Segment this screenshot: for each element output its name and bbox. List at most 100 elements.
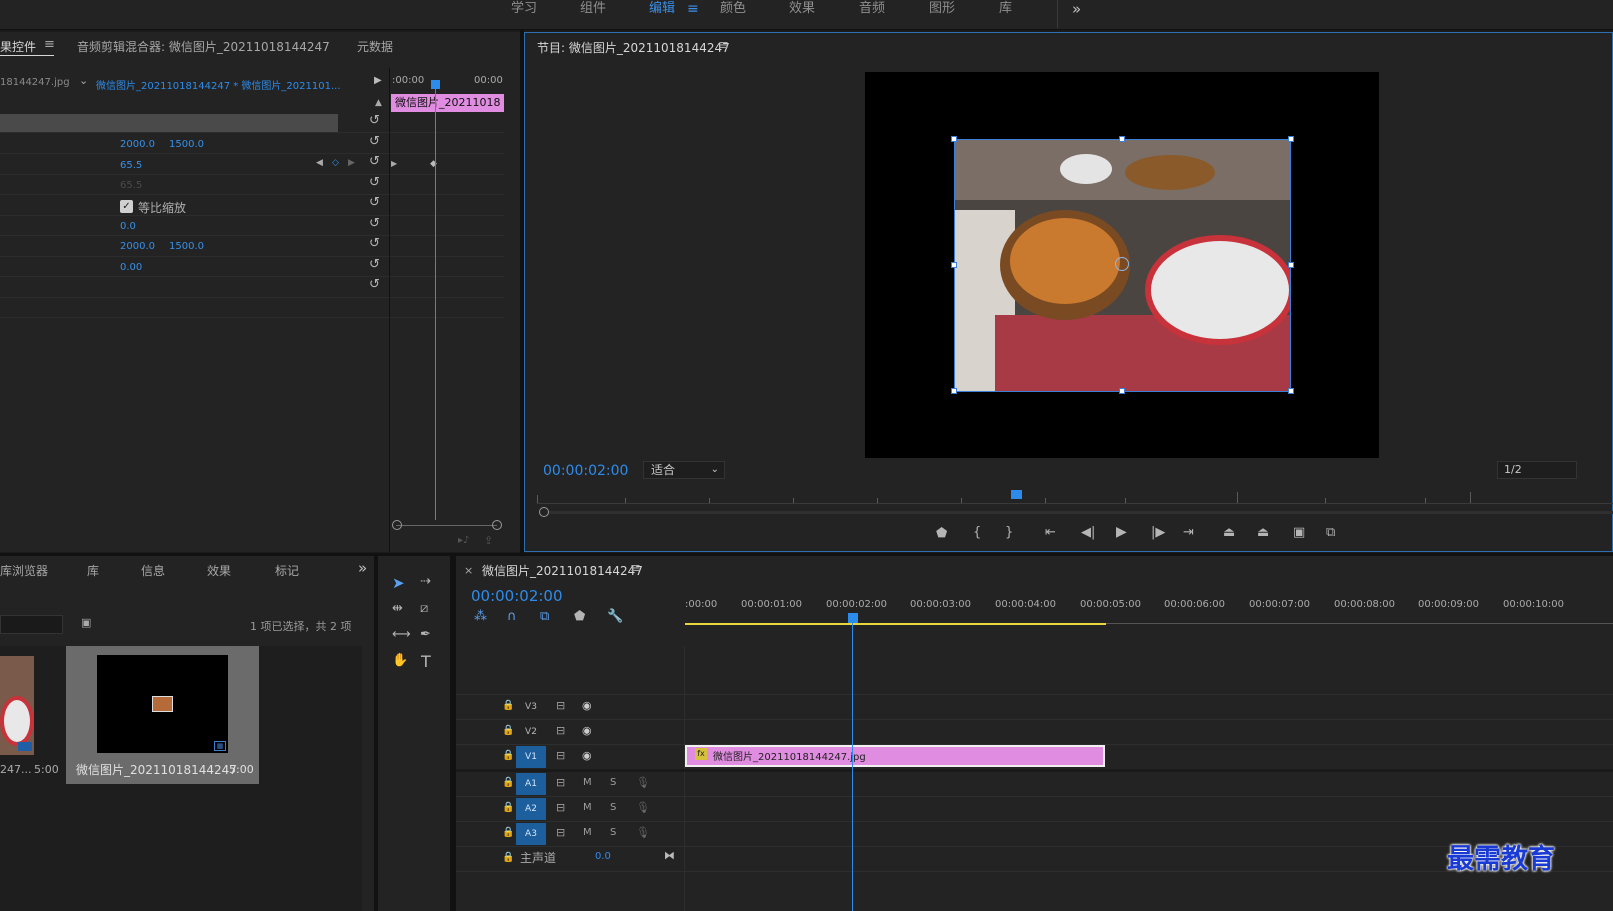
scale-value[interactable]: 65.5 xyxy=(120,160,142,171)
lock-icon[interactable]: 🔒 xyxy=(502,852,514,863)
work-area-bar[interactable] xyxy=(685,623,1106,625)
hamburger-icon[interactable]: ≡ xyxy=(44,37,55,52)
reset-icon[interactable]: ↺ xyxy=(369,134,380,149)
workspace-assembly[interactable]: 组件 xyxy=(580,0,606,22)
tab-metadata[interactable]: 元数据 xyxy=(357,38,393,55)
program-playhead[interactable] xyxy=(1011,490,1023,499)
nest-icon[interactable]: ⁂ xyxy=(474,609,487,624)
transform-handle[interactable] xyxy=(951,388,957,394)
tab-info[interactable]: 信息 xyxy=(141,562,165,579)
lift-icon[interactable]: ⏏ xyxy=(1223,525,1235,540)
play-icon[interactable]: ▶ xyxy=(374,75,382,86)
zoom-handle-left[interactable] xyxy=(539,507,549,517)
track-target-a2[interactable]: A2 xyxy=(516,798,546,820)
sync-lock-icon[interactable]: ⊟ xyxy=(556,749,565,762)
reset-icon[interactable]: ↺ xyxy=(369,195,380,210)
microphone-icon[interactable]: 🎙 xyxy=(636,801,650,814)
microphone-icon[interactable]: 🎙 xyxy=(636,826,650,839)
lock-icon[interactable]: 🔒 xyxy=(502,700,514,711)
lock-icon[interactable]: 🔒 xyxy=(502,725,514,736)
tab-markers[interactable]: 标记 xyxy=(275,562,299,579)
hamburger-icon[interactable]: ≡ xyxy=(630,561,641,576)
play-icon[interactable]: ▶ xyxy=(1116,524,1127,540)
hamburger-icon[interactable]: ≡ xyxy=(687,0,699,22)
transform-handle[interactable] xyxy=(1288,262,1294,268)
zoom-handle-left[interactable] xyxy=(392,520,402,530)
workspace-editing[interactable]: 编辑 xyxy=(649,0,675,22)
transform-handle[interactable] xyxy=(951,262,957,268)
tab-effects[interactable]: 效果 xyxy=(207,562,231,579)
position-y-value[interactable]: 1500.0 xyxy=(169,139,204,150)
video-canvas[interactable] xyxy=(865,72,1379,458)
transform-handle[interactable] xyxy=(1119,136,1125,142)
extract-icon[interactable]: ⏏ xyxy=(1257,525,1269,540)
eye-icon[interactable]: ◉ xyxy=(582,749,592,762)
lock-icon[interactable]: 🔒 xyxy=(502,777,514,788)
reset-icon[interactable]: ↺ xyxy=(369,113,380,128)
add-keyframe-icon[interactable]: ◇ xyxy=(332,158,339,168)
timeline-playhead-handle[interactable] xyxy=(848,613,858,623)
solo-button[interactable]: S xyxy=(610,777,616,788)
prev-keyframe-icon[interactable]: ◀ xyxy=(316,158,323,168)
timeline-title[interactable]: 微信图片_20211018144247 xyxy=(482,562,643,579)
hamburger-icon[interactable]: ≡ xyxy=(718,38,729,53)
reset-icon[interactable]: ↺ xyxy=(369,236,380,251)
sequence-clip-label[interactable]: 微信图片_20211018144247 * 微信图片_2021101... xyxy=(96,77,341,92)
uniform-scale-checkbox[interactable]: ✓ xyxy=(120,200,133,213)
solo-button[interactable]: S xyxy=(610,802,616,813)
solo-button[interactable]: S xyxy=(610,827,616,838)
workspace-learn[interactable]: 学习 xyxy=(511,0,537,22)
anchor-y-value[interactable]: 1500.0 xyxy=(169,241,204,252)
reset-icon[interactable]: ↺ xyxy=(369,216,380,231)
pen-icon[interactable]: ✒ xyxy=(420,627,431,642)
tab-library[interactable]: 库 xyxy=(87,562,99,579)
export-frame-icon[interactable]: ▣ xyxy=(1293,525,1305,540)
compare-icon[interactable]: ⧉ xyxy=(1326,525,1335,540)
tab-audio-clip-mixer[interactable]: 音频剪辑混合器: 微信图片_20211018144247 xyxy=(77,38,330,55)
workspace-libraries[interactable]: 库 xyxy=(999,0,1012,22)
in-point-icon[interactable]: { xyxy=(973,525,981,540)
track-select-icon[interactable]: ⇢ xyxy=(420,574,431,589)
razor-icon[interactable]: ⧄ xyxy=(420,601,428,616)
anti-flicker-value[interactable]: 0.00 xyxy=(120,262,142,273)
wrench-icon[interactable]: 🔧 xyxy=(607,609,623,624)
step-forward-icon[interactable]: |▶ xyxy=(1151,525,1165,540)
monitor-ruler[interactable] xyxy=(537,503,1613,504)
track-target-a3[interactable]: A3 xyxy=(516,823,546,845)
zoom-scrollbar[interactable] xyxy=(549,511,1613,514)
project-item-selected[interactable]: ▦ 微信图片_20211018144247 5:00 xyxy=(66,646,259,784)
marker-icon[interactable]: ⬟ xyxy=(936,526,947,541)
transform-handle[interactable] xyxy=(1288,136,1294,142)
mini-clip[interactable]: 微信图片_20211018 xyxy=(391,94,504,112)
workspace-effects[interactable]: 效果 xyxy=(789,0,815,22)
eye-icon[interactable]: ◉ xyxy=(582,699,592,712)
snap-icon[interactable]: ∩ xyxy=(507,609,517,624)
step-back-icon[interactable]: ◀| xyxy=(1081,525,1095,540)
workspace-audio[interactable]: 音频 xyxy=(859,0,885,22)
search-input[interactable] xyxy=(0,615,63,634)
mute-button[interactable]: M xyxy=(583,777,592,788)
double-chevron-right-icon[interactable]: » xyxy=(358,559,367,577)
timeline-ruler[interactable]: :00:00 00:00:01:00 00:00:02:00 00:00:03:… xyxy=(685,599,1613,627)
close-icon[interactable]: × xyxy=(464,564,473,577)
double-chevron-right-icon[interactable]: » xyxy=(1072,0,1081,22)
linked-selection-icon[interactable]: ⧉ xyxy=(540,609,549,624)
type-icon[interactable]: T xyxy=(421,652,431,671)
selection-tool-icon[interactable]: ➤ xyxy=(392,574,405,592)
mini-zoom-track[interactable] xyxy=(396,525,497,526)
source-clip-label[interactable]: 18144247.jpg xyxy=(0,77,70,88)
anchor-x-value[interactable]: 2000.0 xyxy=(120,241,155,252)
reset-icon[interactable]: ↺ xyxy=(369,175,380,190)
scroll-up-icon[interactable]: ▲ xyxy=(375,98,382,108)
master-volume[interactable]: 0.0 xyxy=(595,851,611,862)
sync-lock-icon[interactable]: ⊟ xyxy=(556,801,565,814)
fit-dropdown[interactable]: 适合 ⌄ xyxy=(643,461,725,479)
slip-icon[interactable]: ⟷ xyxy=(392,627,411,642)
tab-effect-controls[interactable]: 果控件 xyxy=(0,38,36,55)
new-search-bin-icon[interactable]: ▣ xyxy=(81,616,91,629)
timeline-timecode[interactable]: 00:00:02:00 xyxy=(471,587,563,605)
next-keyframe-icon[interactable]: ▶ xyxy=(348,158,355,168)
sync-lock-icon[interactable]: ⊟ xyxy=(556,699,565,712)
go-to-end-icon[interactable]: ⧓ xyxy=(664,849,675,862)
hand-icon[interactable]: ✋ xyxy=(392,653,408,668)
